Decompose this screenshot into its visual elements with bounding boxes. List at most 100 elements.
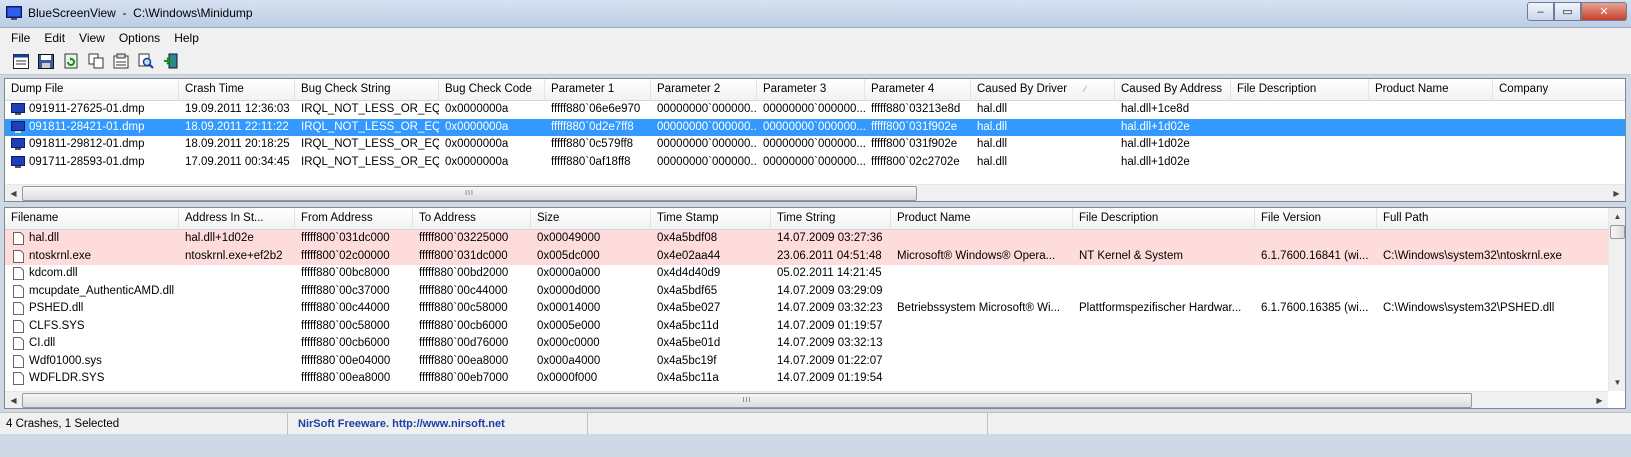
driver-row[interactable]: PSHED.dll fffff880`00c44000 fffff880`00c…: [5, 300, 1608, 318]
cell-time-stamp: 0x4a5bdf65: [657, 284, 718, 297]
driver-row[interactable]: CLFS.SYS fffff880`00c58000 fffff880`00cb…: [5, 318, 1608, 336]
menu-view[interactable]: View: [72, 28, 112, 48]
column-company[interactable]: Company: [1493, 79, 1625, 101]
column-file-description[interactable]: File Description: [1231, 79, 1369, 101]
cell-to-address: fffff800`03225000: [419, 232, 509, 244]
cell-full-path: [1377, 230, 1608, 248]
crash-row[interactable]: 091811-29812-01.dmp 18.09.2011 20:18:25 …: [5, 136, 1625, 154]
column-time-string[interactable]: Time String: [771, 208, 891, 230]
driver-file-name: hal.dll: [29, 232, 60, 244]
cell-to-address: fffff880`00ea8000: [419, 354, 509, 367]
cell-time-stamp: 0x4a5bc11a: [657, 372, 719, 384]
file-icon: [13, 267, 24, 280]
copy-button[interactable]: [85, 50, 107, 72]
column-product-name[interactable]: Product Name: [1369, 79, 1493, 101]
dump-file-icon: [11, 120, 25, 133]
dump-file-name: 091811-28421-01.dmp: [29, 120, 145, 133]
vertical-scroll-thumb[interactable]: [1610, 225, 1625, 239]
driver-list[interactable]: Filename Address In St... From Address T…: [4, 207, 1626, 409]
column-full-path[interactable]: Full Path: [1377, 208, 1610, 230]
cell-crash-time: 17.09.2011 00:34:45: [185, 155, 290, 168]
driver-row-highlighted[interactable]: ntoskrnl.exe ntoskrnl.exe+ef2b2 fffff800…: [5, 247, 1608, 265]
driver-row[interactable]: WDFLDR.SYS fffff880`00ea8000 fffff880`00…: [5, 370, 1608, 388]
properties-button[interactable]: [110, 50, 132, 72]
crash-row[interactable]: 091711-28593-01.dmp 17.09.2011 00:34:45 …: [5, 154, 1625, 172]
cell-parameter-4: fffff800`031f902e: [871, 138, 958, 150]
column-time-stamp[interactable]: Time Stamp: [651, 208, 771, 230]
window-controls: – ▭ ✕: [1527, 2, 1627, 21]
driver-file-name: mcupdate_AuthenticAMD.dll: [29, 284, 175, 297]
column-product-name[interactable]: Product Name: [891, 208, 1073, 230]
save-icon: [38, 53, 54, 69]
nirsoft-link[interactable]: NirSoft Freeware. http://www.nirsoft.net: [298, 418, 505, 430]
column-bug-check-string[interactable]: Bug Check String: [295, 79, 439, 101]
scroll-left-arrow[interactable]: ◀: [5, 185, 22, 201]
scroll-up-arrow[interactable]: ▲: [1609, 208, 1625, 225]
find-button[interactable]: [135, 50, 157, 72]
crash-row[interactable]: 091911-27625-01.dmp 19.09.2011 12:36:03 …: [5, 101, 1625, 119]
close-button[interactable]: ✕: [1581, 2, 1627, 21]
status-panel-empty: [988, 413, 1631, 435]
column-bug-check-code[interactable]: Bug Check Code: [439, 79, 545, 101]
save-button[interactable]: [35, 50, 57, 72]
file-icon: [13, 319, 24, 333]
scroll-thumb[interactable]: III: [22, 393, 1472, 408]
cell-address-in-stack: [179, 283, 295, 301]
cell-product-name: [891, 230, 1073, 248]
driver-row[interactable]: Wdf01000.sys fffff880`00e04000 fffff880`…: [5, 353, 1608, 371]
scroll-down-arrow[interactable]: ▼: [1609, 374, 1625, 391]
column-dump-file[interactable]: Dump File: [5, 79, 179, 101]
driver-row[interactable]: CI.dll fffff880`00cb6000 fffff880`00d760…: [5, 335, 1608, 353]
cell-to-address: fffff880`00d76000: [419, 337, 509, 349]
column-file-version[interactable]: File Version: [1255, 208, 1377, 230]
column-file-description[interactable]: File Description: [1073, 208, 1255, 230]
menu-file[interactable]: File: [4, 28, 37, 48]
column-to-address[interactable]: To Address: [413, 208, 531, 230]
cell-filename: WDFLDR.SYS: [5, 370, 179, 388]
window-frame-bottom: [0, 434, 1631, 457]
scroll-right-arrow[interactable]: ▶: [1591, 392, 1608, 408]
menu-help[interactable]: Help: [167, 28, 206, 48]
crash-row-selected[interactable]: 091811-28421-01.dmp 18.09.2011 22:11:22 …: [5, 118, 1625, 136]
driver-row[interactable]: mcupdate_AuthenticAMD.dll fffff880`00c37…: [5, 283, 1608, 301]
column-from-address[interactable]: From Address: [295, 208, 413, 230]
driver-row[interactable]: kdcom.dll fffff880`00bc8000 fffff880`00b…: [5, 265, 1608, 283]
driver-row-highlighted[interactable]: hal.dll hal.dll+1d02e fffff800`031dc000 …: [5, 230, 1608, 248]
driver-file-name: CLFS.SYS: [29, 319, 85, 332]
cell-file-description: [1073, 230, 1255, 248]
column-caused-by-address[interactable]: Caused By Address: [1115, 79, 1231, 101]
driver-list-vertical-scrollbar[interactable]: ▲ ▼: [1608, 208, 1625, 391]
cell-parameter-4: fffff880`03213e8d: [871, 103, 961, 115]
scroll-left-arrow[interactable]: ◀: [5, 392, 22, 408]
status-panel-empty: [588, 413, 988, 435]
cell-address-in-stack: [179, 370, 295, 388]
cell-filename: Wdf01000.sys: [5, 353, 179, 371]
menu-options[interactable]: Options: [112, 28, 167, 48]
scroll-right-arrow[interactable]: ▶: [1608, 185, 1625, 201]
exit-button[interactable]: [160, 50, 182, 72]
crash-list-horizontal-scrollbar[interactable]: ◀ III ▶: [5, 184, 1625, 201]
column-size[interactable]: Size: [531, 208, 651, 230]
column-parameter-3[interactable]: Parameter 3: [757, 79, 865, 101]
minimize-button[interactable]: –: [1527, 2, 1554, 21]
file-icon: [13, 337, 24, 350]
column-address-in-stack[interactable]: Address In St...: [179, 208, 295, 230]
column-crash-time[interactable]: Crash Time: [179, 79, 295, 101]
dump-file-icon: [11, 155, 25, 168]
cell-file-description: NT Kernel & System: [1079, 249, 1183, 262]
cell-file-version: 6.1.7600.16841 (wi...: [1261, 249, 1369, 262]
driver-list-horizontal-scrollbar[interactable]: ◀ III ▶: [5, 391, 1608, 408]
column-filename[interactable]: Filename: [5, 208, 179, 230]
column-parameter-2[interactable]: Parameter 2: [651, 79, 757, 101]
menu-edit[interactable]: Edit: [37, 28, 72, 48]
cell-caused-by-address: hal.dll+1d02e: [1121, 120, 1190, 133]
column-parameter-1[interactable]: Parameter 1: [545, 79, 651, 101]
column-parameter-4[interactable]: Parameter 4: [865, 79, 971, 101]
crash-list[interactable]: Dump File Crash Time Bug Check String Bu…: [4, 78, 1626, 202]
exit-icon: [164, 53, 178, 69]
html-report-button[interactable]: [10, 50, 32, 72]
scroll-thumb[interactable]: III: [22, 186, 917, 201]
refresh-button[interactable]: [60, 50, 82, 72]
column-caused-by-driver[interactable]: Caused By Driver ∕: [971, 79, 1115, 101]
maximize-button[interactable]: ▭: [1554, 2, 1581, 21]
